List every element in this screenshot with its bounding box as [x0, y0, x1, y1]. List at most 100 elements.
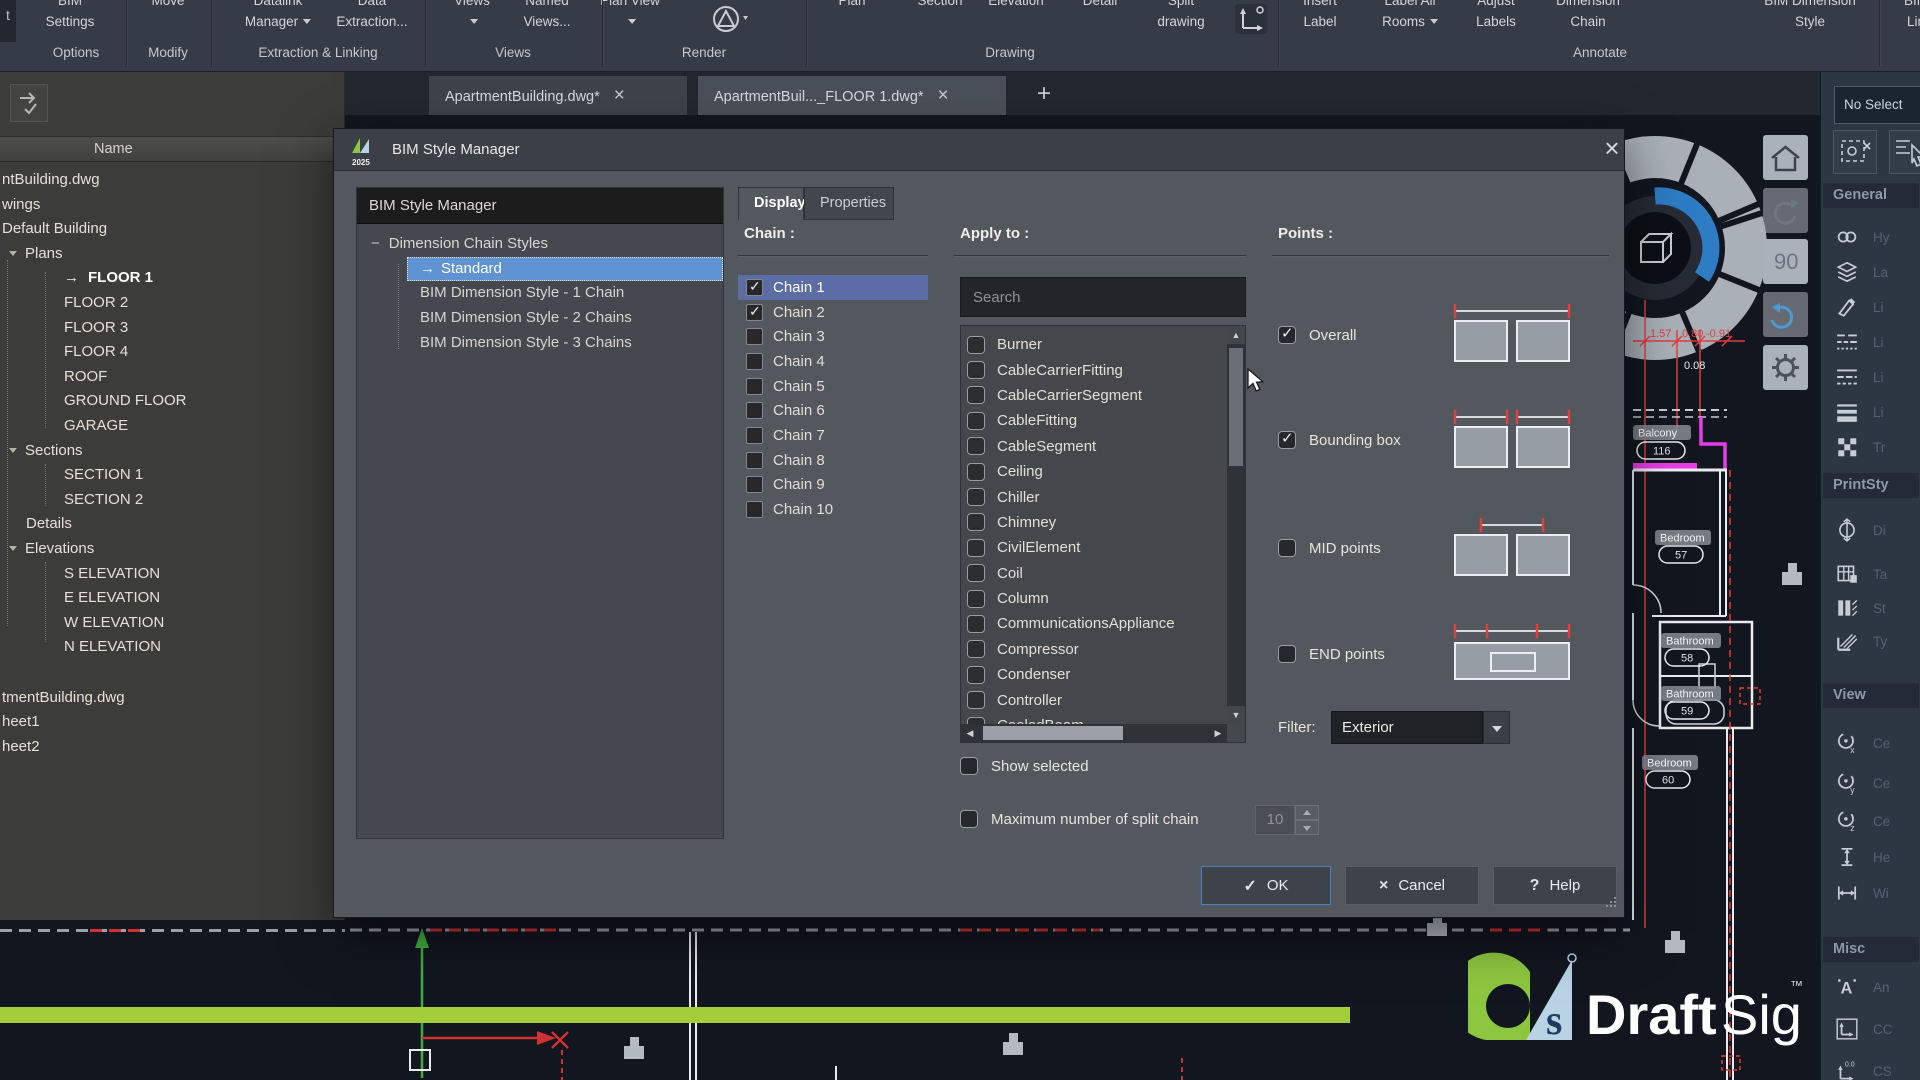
- ribbon-item-adjust-labels[interactable]: AdjustLabels: [1476, 0, 1516, 32]
- property-cs-origin[interactable]: 0.0 CS: [1835, 1058, 1892, 1080]
- property-center-z[interactable]: z Ce: [1835, 808, 1890, 834]
- tree-item[interactable]: ROOF: [0, 365, 344, 390]
- apply-to-item[interactable]: Chiller: [967, 484, 1225, 509]
- ribbon-item-named-views[interactable]: NamedViews...: [523, 0, 570, 32]
- apply-to-item[interactable]: Compressor: [967, 637, 1225, 662]
- tree-item[interactable]: S ELEVATION: [0, 562, 344, 587]
- ribbon-item-views[interactable]: Views: [454, 0, 490, 32]
- ribbon-item-bim-settings[interactable]: BIMSettings: [46, 0, 95, 32]
- ribbon-item-plan-view[interactable]: Plan View: [600, 0, 660, 32]
- ribbon-item-bim-dimension-style[interactable]: BIM DimensionStyle: [1764, 0, 1856, 32]
- checkbox[interactable]: [967, 691, 985, 709]
- tree-item[interactable]: W ELEVATION: [0, 611, 344, 636]
- checkbox[interactable]: [967, 336, 985, 354]
- show-selected-row[interactable]: Show selected: [960, 757, 1089, 775]
- render-sphere-icon[interactable]: [711, 4, 751, 39]
- apply-to-item[interactable]: Coil: [967, 561, 1225, 586]
- apply-to-item[interactable]: Column: [967, 586, 1225, 611]
- property-transparency[interactable]: Tr: [1835, 434, 1885, 460]
- tree-item[interactable]: FLOOR 3: [0, 316, 344, 341]
- checkbox[interactable]: [960, 810, 978, 828]
- close-icon[interactable]: ×: [938, 76, 949, 115]
- property-width[interactable]: Wi: [1835, 880, 1889, 906]
- checkbox[interactable]: [967, 615, 985, 633]
- selection-dropdown[interactable]: No Select: [1834, 86, 1920, 124]
- collapse-icon[interactable]: −: [371, 235, 380, 252]
- chain-item[interactable]: Chain 3: [738, 324, 928, 349]
- checkbox[interactable]: [746, 476, 763, 493]
- tree-item[interactable]: Details: [0, 512, 344, 537]
- apply-to-item[interactable]: CommunicationsAppliance: [967, 611, 1225, 636]
- property-height[interactable]: He: [1835, 844, 1890, 870]
- tree-item[interactable]: E ELEVATION: [0, 586, 344, 611]
- tree-item[interactable]: FLOOR 2: [0, 291, 344, 316]
- help-button[interactable]: ?Help: [1493, 866, 1617, 905]
- close-icon[interactable]: ×: [614, 76, 625, 115]
- style-tree-root[interactable]: −Dimension Chain Styles: [357, 232, 723, 257]
- checkbox[interactable]: [967, 412, 985, 430]
- checkbox[interactable]: [967, 386, 985, 404]
- ok-button[interactable]: ✓OK: [1201, 866, 1331, 905]
- property-type[interactable]: Ty: [1835, 628, 1887, 654]
- tab-display[interactable]: Display: [738, 187, 804, 220]
- scroll-right-icon[interactable]: ▶: [1209, 724, 1227, 742]
- quick-select-button[interactable]: [1889, 130, 1920, 174]
- checkbox[interactable]: [746, 304, 763, 321]
- view-controls[interactable]: 90: [1763, 135, 1808, 390]
- ribbon-item-insert-label[interactable]: InsertLabel: [1303, 0, 1337, 32]
- chain-item[interactable]: Chain 5: [738, 374, 928, 399]
- checkbox[interactable]: [746, 402, 763, 419]
- chain-item[interactable]: Chain 8: [738, 448, 928, 473]
- ribbon-item-section[interactable]: Section: [917, 0, 962, 11]
- checkbox[interactable]: [746, 279, 763, 296]
- mid-points-checkbox-row[interactable]: MID points: [1278, 539, 1381, 557]
- checkbox[interactable]: [1278, 645, 1296, 663]
- checkbox[interactable]: [967, 590, 985, 608]
- apply-to-item[interactable]: Chimney: [967, 510, 1225, 535]
- scrollbar-thumb[interactable]: [1229, 348, 1243, 466]
- ribbon-item-move[interactable]: Move: [151, 0, 184, 11]
- ribbon-item-label-all-rooms[interactable]: Label AllRooms: [1382, 0, 1438, 32]
- checkbox[interactable]: [746, 501, 763, 518]
- filter-dropdown[interactable]: Exterior: [1331, 711, 1483, 744]
- split-view-axes-icon[interactable]: [1233, 2, 1269, 41]
- scroll-down-icon[interactable]: ▼: [1227, 706, 1245, 724]
- chain-item[interactable]: Chain 10: [738, 497, 928, 522]
- spinner-down-icon[interactable]: [1295, 820, 1319, 835]
- apply-to-item[interactable]: CableCarrierFitting: [967, 357, 1225, 382]
- property-style[interactable]: St: [1835, 595, 1886, 621]
- property-hyperlink[interactable]: Hy: [1835, 224, 1890, 250]
- dialog-title-bar[interactable]: 2025 BIM Style Manager ×: [334, 129, 1624, 171]
- section-general[interactable]: General: [1823, 183, 1919, 208]
- checkbox[interactable]: [967, 488, 985, 506]
- structure-options-button[interactable]: [10, 84, 48, 122]
- tree-item[interactable]: wings: [0, 193, 344, 218]
- ribbon-item-split-drawing[interactable]: Splitdrawing: [1157, 0, 1204, 32]
- property-line-color[interactable]: Li: [1835, 294, 1884, 320]
- tree-item[interactable]: Elevations: [0, 537, 344, 562]
- property-display[interactable]: Di: [1835, 517, 1886, 543]
- tree-item[interactable]: FLOOR 1: [0, 266, 344, 291]
- select-entities-button[interactable]: [1833, 130, 1877, 174]
- tree-item[interactable]: FLOOR 4: [0, 340, 344, 365]
- chain-item[interactable]: Chain 6: [738, 398, 928, 423]
- tree-item[interactable]: heet1: [0, 710, 344, 735]
- checkbox[interactable]: ✓: [1278, 431, 1296, 449]
- scrollbar-thumb[interactable]: [983, 726, 1123, 740]
- ribbon-item-dimension-chain[interactable]: DimensionChain: [1556, 0, 1620, 32]
- tree-item[interactable]: tmentBuilding.dwg: [0, 686, 344, 711]
- checkbox[interactable]: [1278, 539, 1296, 557]
- property-line-weight[interactable]: Li: [1835, 399, 1884, 425]
- ribbon-item-data-extraction[interactable]: DataExtraction...: [336, 0, 407, 32]
- tree-item[interactable]: SECTION 2: [0, 488, 344, 513]
- apply-to-item[interactable]: CableSegment: [967, 434, 1225, 459]
- spinner-up-icon[interactable]: [1295, 805, 1319, 820]
- checkbox[interactable]: ✓: [1278, 326, 1296, 344]
- search-input[interactable]: [960, 277, 1246, 317]
- style-tree-item[interactable]: BIM Dimension Style - 2 Chains: [407, 306, 723, 331]
- checkbox[interactable]: [967, 361, 985, 379]
- chain-item[interactable]: Chain 2: [738, 300, 928, 325]
- tree-item[interactable]: Default Building: [0, 217, 344, 242]
- tree-item[interactable]: GROUND FLOOR: [0, 389, 344, 414]
- checkbox[interactable]: [967, 437, 985, 455]
